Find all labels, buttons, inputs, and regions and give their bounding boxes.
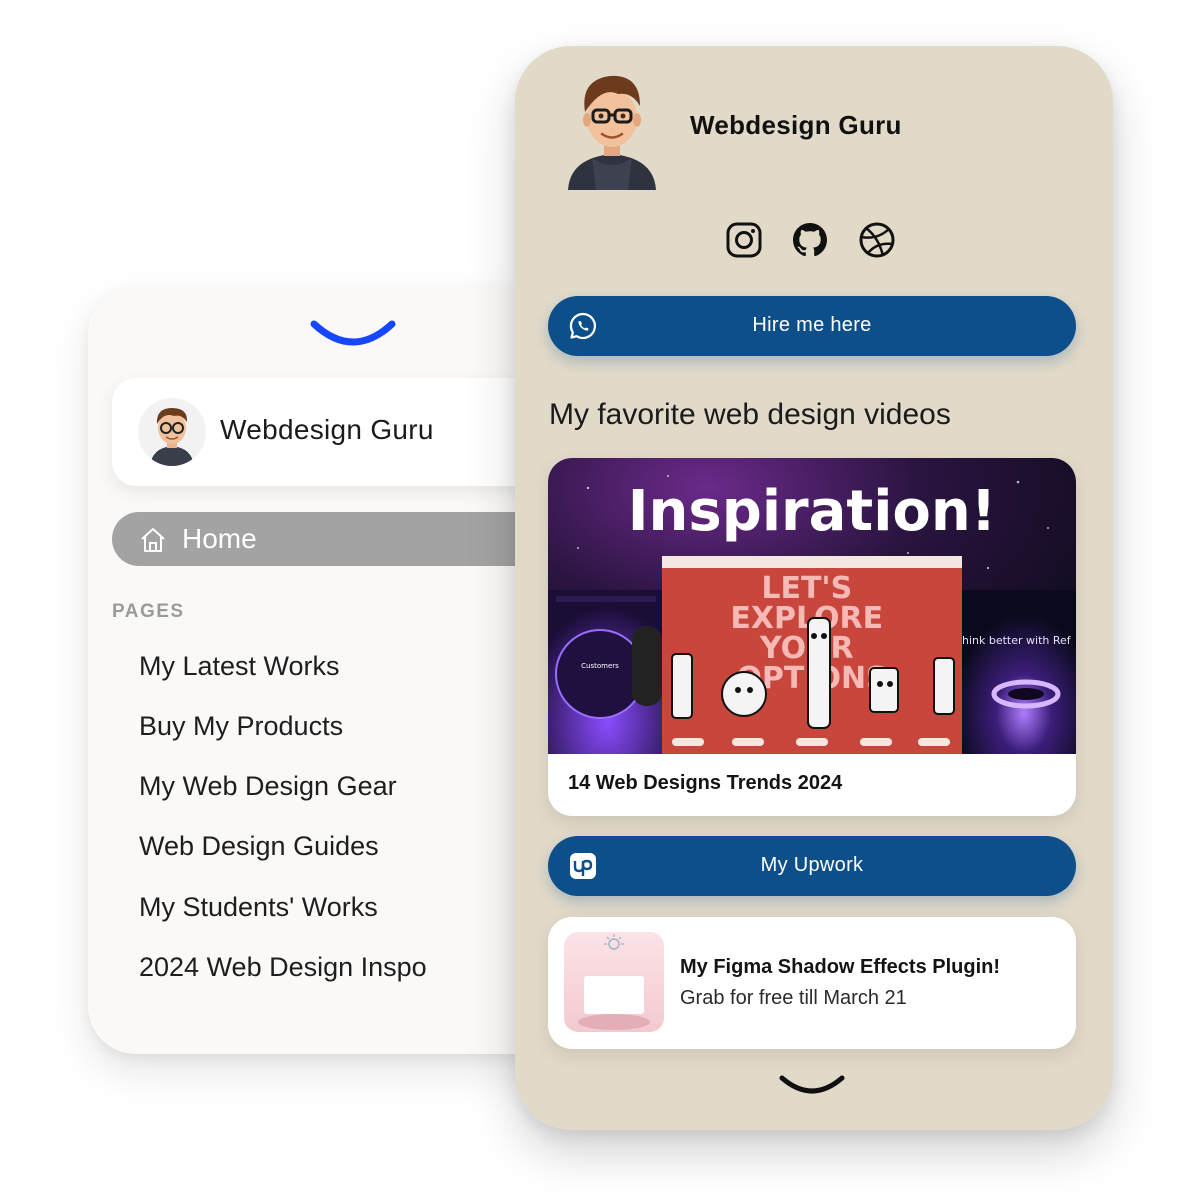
smile-logo-icon [779,1075,845,1094]
plugin-thumbnail [564,932,664,1032]
sidebar-item-design-inspo[interactable]: 2024 Web Design Inspo [139,952,427,983]
sidebar-item-web-design-gear[interactable]: My Web Design Gear [139,771,397,802]
thumb-right-label: hink better with Ref [962,634,1072,647]
sidebar-item-latest-works[interactable]: My Latest Works [139,651,340,682]
sidebar-item-home[interactable] [112,512,572,566]
pages-heading: PAGES [112,601,185,622]
sidebar-item-students-works[interactable]: My Students' Works [139,892,378,923]
instagram-icon[interactable] [724,220,764,260]
my-upwork-label: My Upwork [760,854,864,876]
video-title: 14 Web Designs Trends 2024 [568,772,843,794]
hire-me-button[interactable]: Hire me here [548,296,1076,356]
avatar [138,398,206,466]
github-icon[interactable] [790,220,830,260]
profile-avatar [568,75,656,190]
plugin-title: My Figma Shadow Effects Plugin! [680,956,1001,978]
stage: Webdesign Guru Home PAGES My Latest Work… [0,0,1200,1200]
smile-logo-icon [310,320,396,346]
sidebar-item-web-design-guides[interactable]: Web Design Guides [139,831,379,862]
home-label: Home [182,523,257,554]
thumb-headline: Inspiration! [628,479,997,544]
home-icon [141,528,165,552]
plugin-subtitle: Grab for free till March 21 [680,987,907,1009]
profile-name: Webdesign Guru [690,110,902,140]
dribbble-icon[interactable] [857,220,897,260]
videos-section-title: My favorite web design videos [549,398,951,431]
video-thumbnail: Customers hink better with Ref LET'S EXP… [548,458,1076,754]
sidebar-profile-name: Webdesign Guru [220,414,434,445]
sidebar-item-buy-products[interactable]: Buy My Products [139,711,343,742]
my-upwork-button[interactable]: My Upwork [548,836,1076,896]
video-card[interactable]: Customers hink better with Ref LET'S EXP… [548,458,1076,816]
thumb-left-label: Customers [581,662,619,670]
hire-me-label: Hire me here [752,314,872,336]
